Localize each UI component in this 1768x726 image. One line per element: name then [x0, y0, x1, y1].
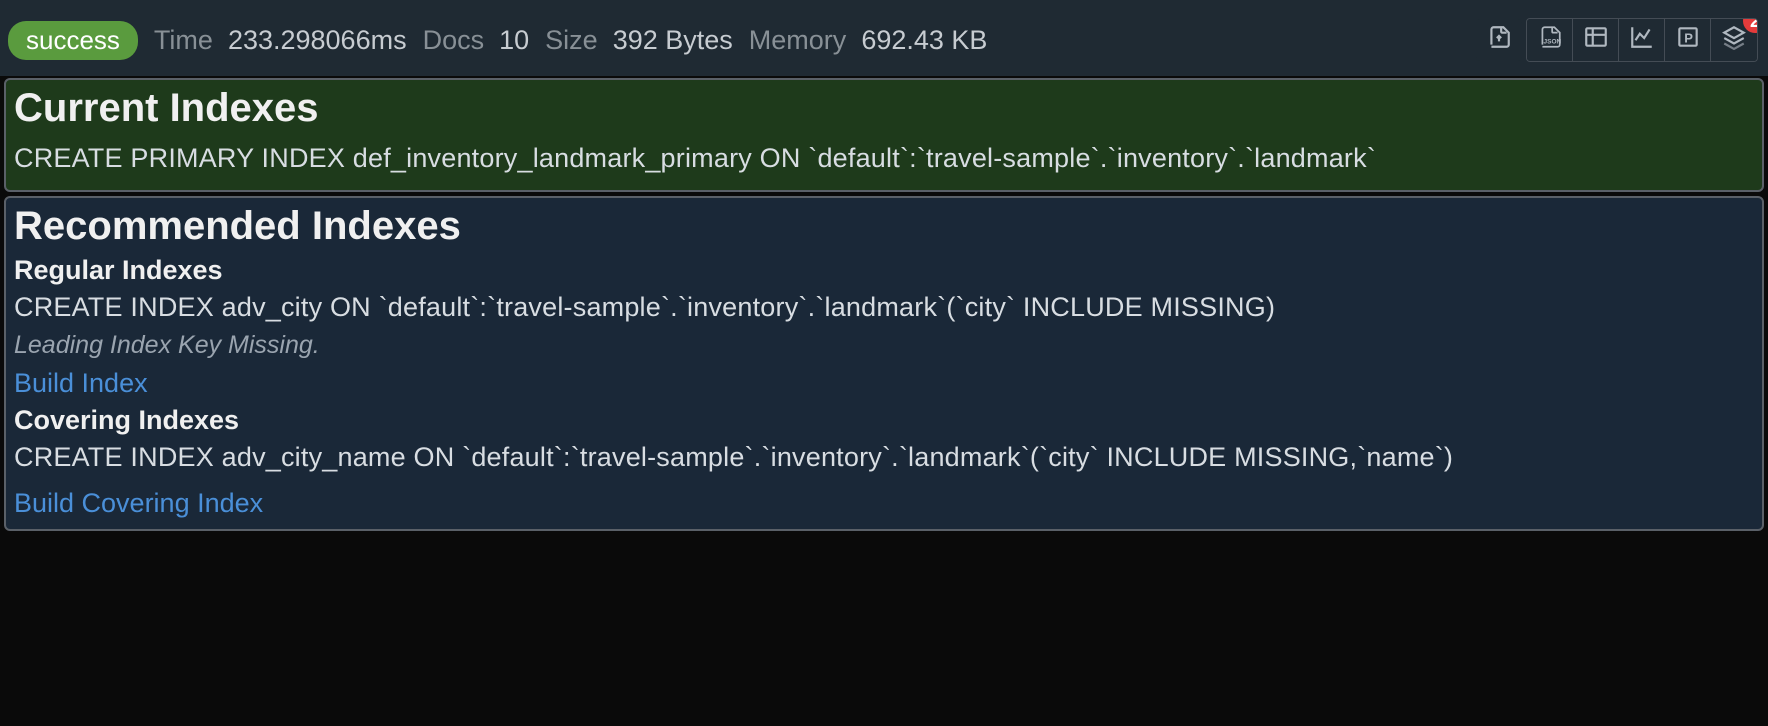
chart-icon	[1629, 24, 1655, 57]
memory-value: 692.43 KB	[861, 25, 987, 55]
covering-index-statement: CREATE INDEX adv_city_name ON `default`:…	[14, 436, 1754, 479]
toolbar: JSON P	[1476, 18, 1758, 62]
time-label: Time	[154, 25, 213, 55]
advise-button[interactable]: 2	[1711, 19, 1757, 61]
recommended-indexes-panel: Recommended Indexes Regular Indexes CREA…	[4, 196, 1764, 530]
build-covering-index-link[interactable]: Build Covering Index	[14, 488, 263, 519]
export-button[interactable]	[1476, 19, 1522, 61]
status-bar: success Time 233.298066ms Docs 10 Size 3…	[0, 10, 1768, 76]
current-index-statement: CREATE PRIMARY INDEX def_inventory_landm…	[14, 137, 1754, 180]
table-view-button[interactable]	[1573, 19, 1619, 61]
recommended-indexes-heading: Recommended Indexes	[14, 204, 1754, 249]
chart-view-button[interactable]	[1619, 19, 1665, 61]
plan-view-button[interactable]: P	[1665, 19, 1711, 61]
memory-label: Memory	[749, 25, 847, 55]
status-badge: success	[8, 21, 138, 60]
json-icon: JSON	[1537, 24, 1563, 57]
covering-indexes-subheading: Covering Indexes	[14, 405, 1754, 436]
build-index-link[interactable]: Build Index	[14, 368, 148, 399]
regular-indexes-subheading: Regular Indexes	[14, 255, 1754, 286]
export-icon	[1486, 24, 1512, 57]
plan-icon: P	[1675, 24, 1701, 57]
time-value: 233.298066ms	[228, 25, 407, 55]
regular-index-statement: CREATE INDEX adv_city ON `default`:`trav…	[14, 286, 1754, 329]
table-icon	[1583, 24, 1609, 57]
regular-index-note: Leading Index Key Missing.	[14, 331, 1754, 360]
current-indexes-heading: Current Indexes	[14, 86, 1754, 131]
svg-text:P: P	[1684, 30, 1693, 45]
layers-icon	[1721, 24, 1747, 57]
size-value: 392 Bytes	[613, 25, 733, 55]
size-label: Size	[545, 25, 598, 55]
current-indexes-panel: Current Indexes CREATE PRIMARY INDEX def…	[4, 78, 1764, 192]
json-view-button[interactable]: JSON	[1527, 19, 1573, 61]
docs-value: 10	[499, 25, 529, 55]
docs-label: Docs	[423, 25, 485, 55]
svg-text:JSON: JSON	[1543, 38, 1561, 45]
